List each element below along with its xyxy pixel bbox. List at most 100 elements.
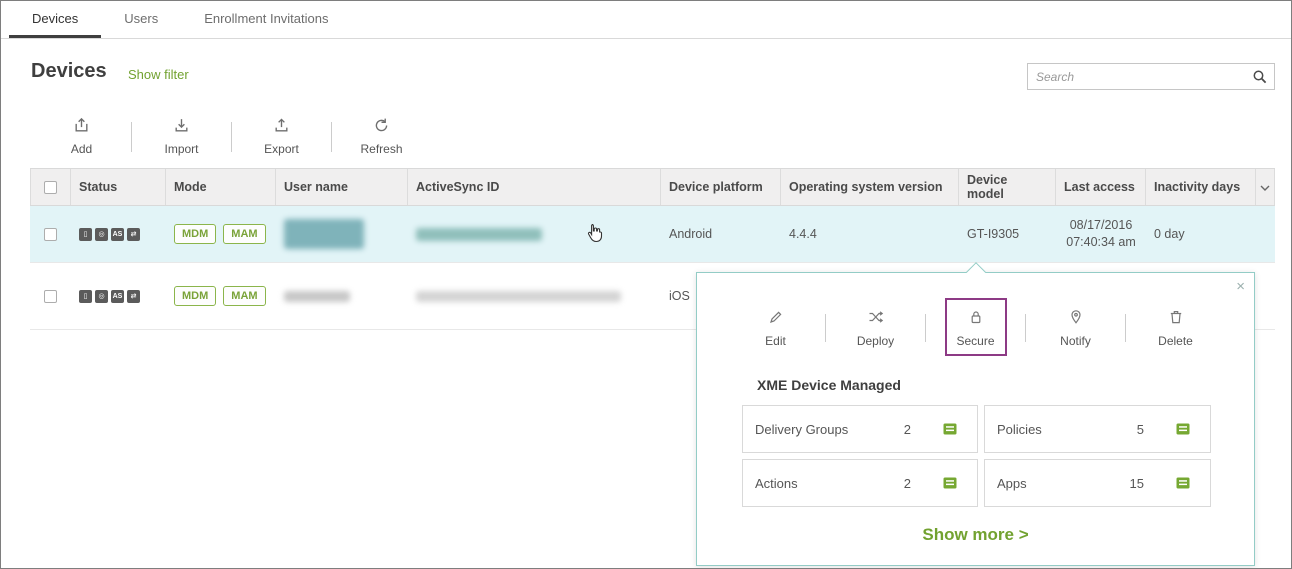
detail-grid-icon[interactable] [943, 477, 957, 489]
redacted-user-name [284, 291, 350, 302]
stat-value: 2 [904, 422, 911, 437]
stat-label: Policies [997, 422, 1042, 437]
tab-enrollment-invitations[interactable]: Enrollment Invitations [181, 1, 351, 38]
table-header-row: Status Mode User name ActiveSync ID Devi… [30, 168, 1275, 206]
managed-stats-grid: Delivery Groups 2 Policies 5 Actions 2 A… [742, 405, 1211, 507]
column-header-device-platform[interactable]: Device platform [661, 169, 781, 205]
status-cell: ▯ ◎ AS ⇄ [71, 263, 166, 329]
detail-grid-icon[interactable] [1176, 477, 1190, 489]
refresh-icon [373, 117, 390, 142]
activesync-id-cell [408, 206, 661, 262]
column-header-mode[interactable]: Mode [166, 169, 276, 205]
activesync-id-cell [408, 263, 661, 329]
show-more-link[interactable]: Show more > [697, 525, 1254, 545]
mdm-badge: MDM [174, 224, 216, 244]
row-checkbox[interactable] [44, 290, 57, 303]
column-header-status[interactable]: Status [71, 169, 166, 205]
device-icon: ▯ [79, 290, 92, 303]
os-version-cell: 4.4.4 [781, 206, 959, 262]
delete-action-button[interactable]: Delete [1126, 309, 1225, 348]
deploy-icon [868, 309, 884, 334]
edit-action-button[interactable]: Edit [726, 309, 825, 348]
stat-label: Delivery Groups [755, 422, 848, 437]
notify-action-label: Notify [1060, 334, 1091, 348]
deploy-action-label: Deploy [857, 334, 894, 348]
column-header-activesync-id[interactable]: ActiveSync ID [408, 169, 661, 205]
edit-action-label: Edit [765, 334, 786, 348]
column-header-inactivity-days[interactable]: Inactivity days [1146, 169, 1256, 205]
secure-action-label: Secure [956, 334, 994, 348]
table-toolbar: Add Import Export Refresh [32, 117, 431, 156]
status-cell: ▯ ◎ AS ⇄ [71, 206, 166, 262]
activesync-icon: AS [111, 290, 124, 303]
stat-value: 5 [1137, 422, 1144, 437]
add-button-label: Add [71, 142, 92, 156]
column-options-cell[interactable] [1256, 169, 1275, 205]
page-title: Devices [31, 60, 107, 83]
notify-pin-icon [1068, 309, 1084, 334]
row-select-cell [30, 263, 71, 329]
mam-badge: MAM [223, 224, 265, 244]
row-end-cell [1256, 206, 1275, 262]
stat-delivery-groups[interactable]: Delivery Groups 2 [742, 405, 978, 453]
selective-wipe-icon: ◎ [95, 228, 108, 241]
search-icon[interactable] [1246, 69, 1274, 85]
last-access-date: 08/17/2016 [1070, 217, 1133, 234]
export-button-label: Export [264, 142, 299, 156]
add-icon [73, 117, 90, 142]
stat-value: 2 [904, 476, 911, 491]
redacted-activesync-id [416, 228, 542, 241]
notify-action-button[interactable]: Notify [1026, 309, 1125, 348]
top-tab-bar: Devices Users Enrollment Invitations [1, 1, 1291, 39]
table-row-device-1[interactable]: ▯ ◎ AS ⇄ MDM MAM Android 4.4.4 GT-I9305 … [30, 206, 1275, 263]
stat-value: 15 [1130, 476, 1144, 491]
select-all-cell [30, 169, 71, 205]
column-header-device-model[interactable]: Device model [959, 169, 1056, 205]
close-icon[interactable]: × [1236, 279, 1245, 294]
refresh-button[interactable]: Refresh [332, 117, 431, 156]
stat-label: Apps [997, 476, 1027, 491]
import-button[interactable]: Import [132, 117, 231, 156]
user-name-cell [276, 263, 408, 329]
search-input[interactable] [1028, 64, 1246, 89]
popup-section-title: XME Device Managed [757, 377, 1254, 393]
detail-grid-icon[interactable] [1176, 423, 1190, 435]
tab-devices[interactable]: Devices [9, 1, 101, 38]
detail-grid-icon[interactable] [943, 423, 957, 435]
last-access-cell: 08/17/2016 07:40:34 am [1056, 206, 1146, 262]
row-select-cell [30, 206, 71, 262]
secure-lock-icon [968, 309, 984, 334]
show-filter-link[interactable]: Show filter [128, 67, 189, 82]
export-icon [273, 117, 290, 142]
redacted-user-name [284, 219, 364, 249]
row-end-cell [1256, 263, 1275, 329]
stat-label: Actions [755, 476, 798, 491]
deploy-action-button[interactable]: Deploy [826, 309, 925, 348]
device-actions-popup: × Edit Deploy Secure Notify [696, 272, 1255, 566]
stat-apps[interactable]: Apps 15 [984, 459, 1211, 507]
import-icon [173, 117, 190, 142]
column-header-last-access[interactable]: Last access [1056, 169, 1146, 205]
export-button[interactable]: Export [232, 117, 331, 156]
popup-action-bar: Edit Deploy Secure Notify Delete [697, 299, 1254, 357]
mode-cell: MDM MAM [166, 206, 276, 262]
search-box [1027, 63, 1275, 90]
user-name-cell [276, 206, 408, 262]
secure-action-button[interactable]: Secure [926, 309, 1025, 348]
last-access-time: 07:40:34 am [1066, 234, 1136, 251]
stat-actions[interactable]: Actions 2 [742, 459, 978, 507]
add-button[interactable]: Add [32, 117, 131, 156]
mode-cell: MDM MAM [166, 263, 276, 329]
deploy-status-icon: ⇄ [127, 228, 140, 241]
mdm-badge: MDM [174, 286, 216, 306]
activesync-icon: AS [111, 228, 124, 241]
column-header-os-version[interactable]: Operating system version [781, 169, 959, 205]
mam-badge: MAM [223, 286, 265, 306]
chevron-down-icon [1260, 180, 1270, 194]
select-all-checkbox[interactable] [44, 181, 57, 194]
row-checkbox[interactable] [44, 228, 57, 241]
column-header-user-name[interactable]: User name [276, 169, 408, 205]
selective-wipe-icon: ◎ [95, 290, 108, 303]
stat-policies[interactable]: Policies 5 [984, 405, 1211, 453]
tab-users[interactable]: Users [101, 1, 181, 38]
